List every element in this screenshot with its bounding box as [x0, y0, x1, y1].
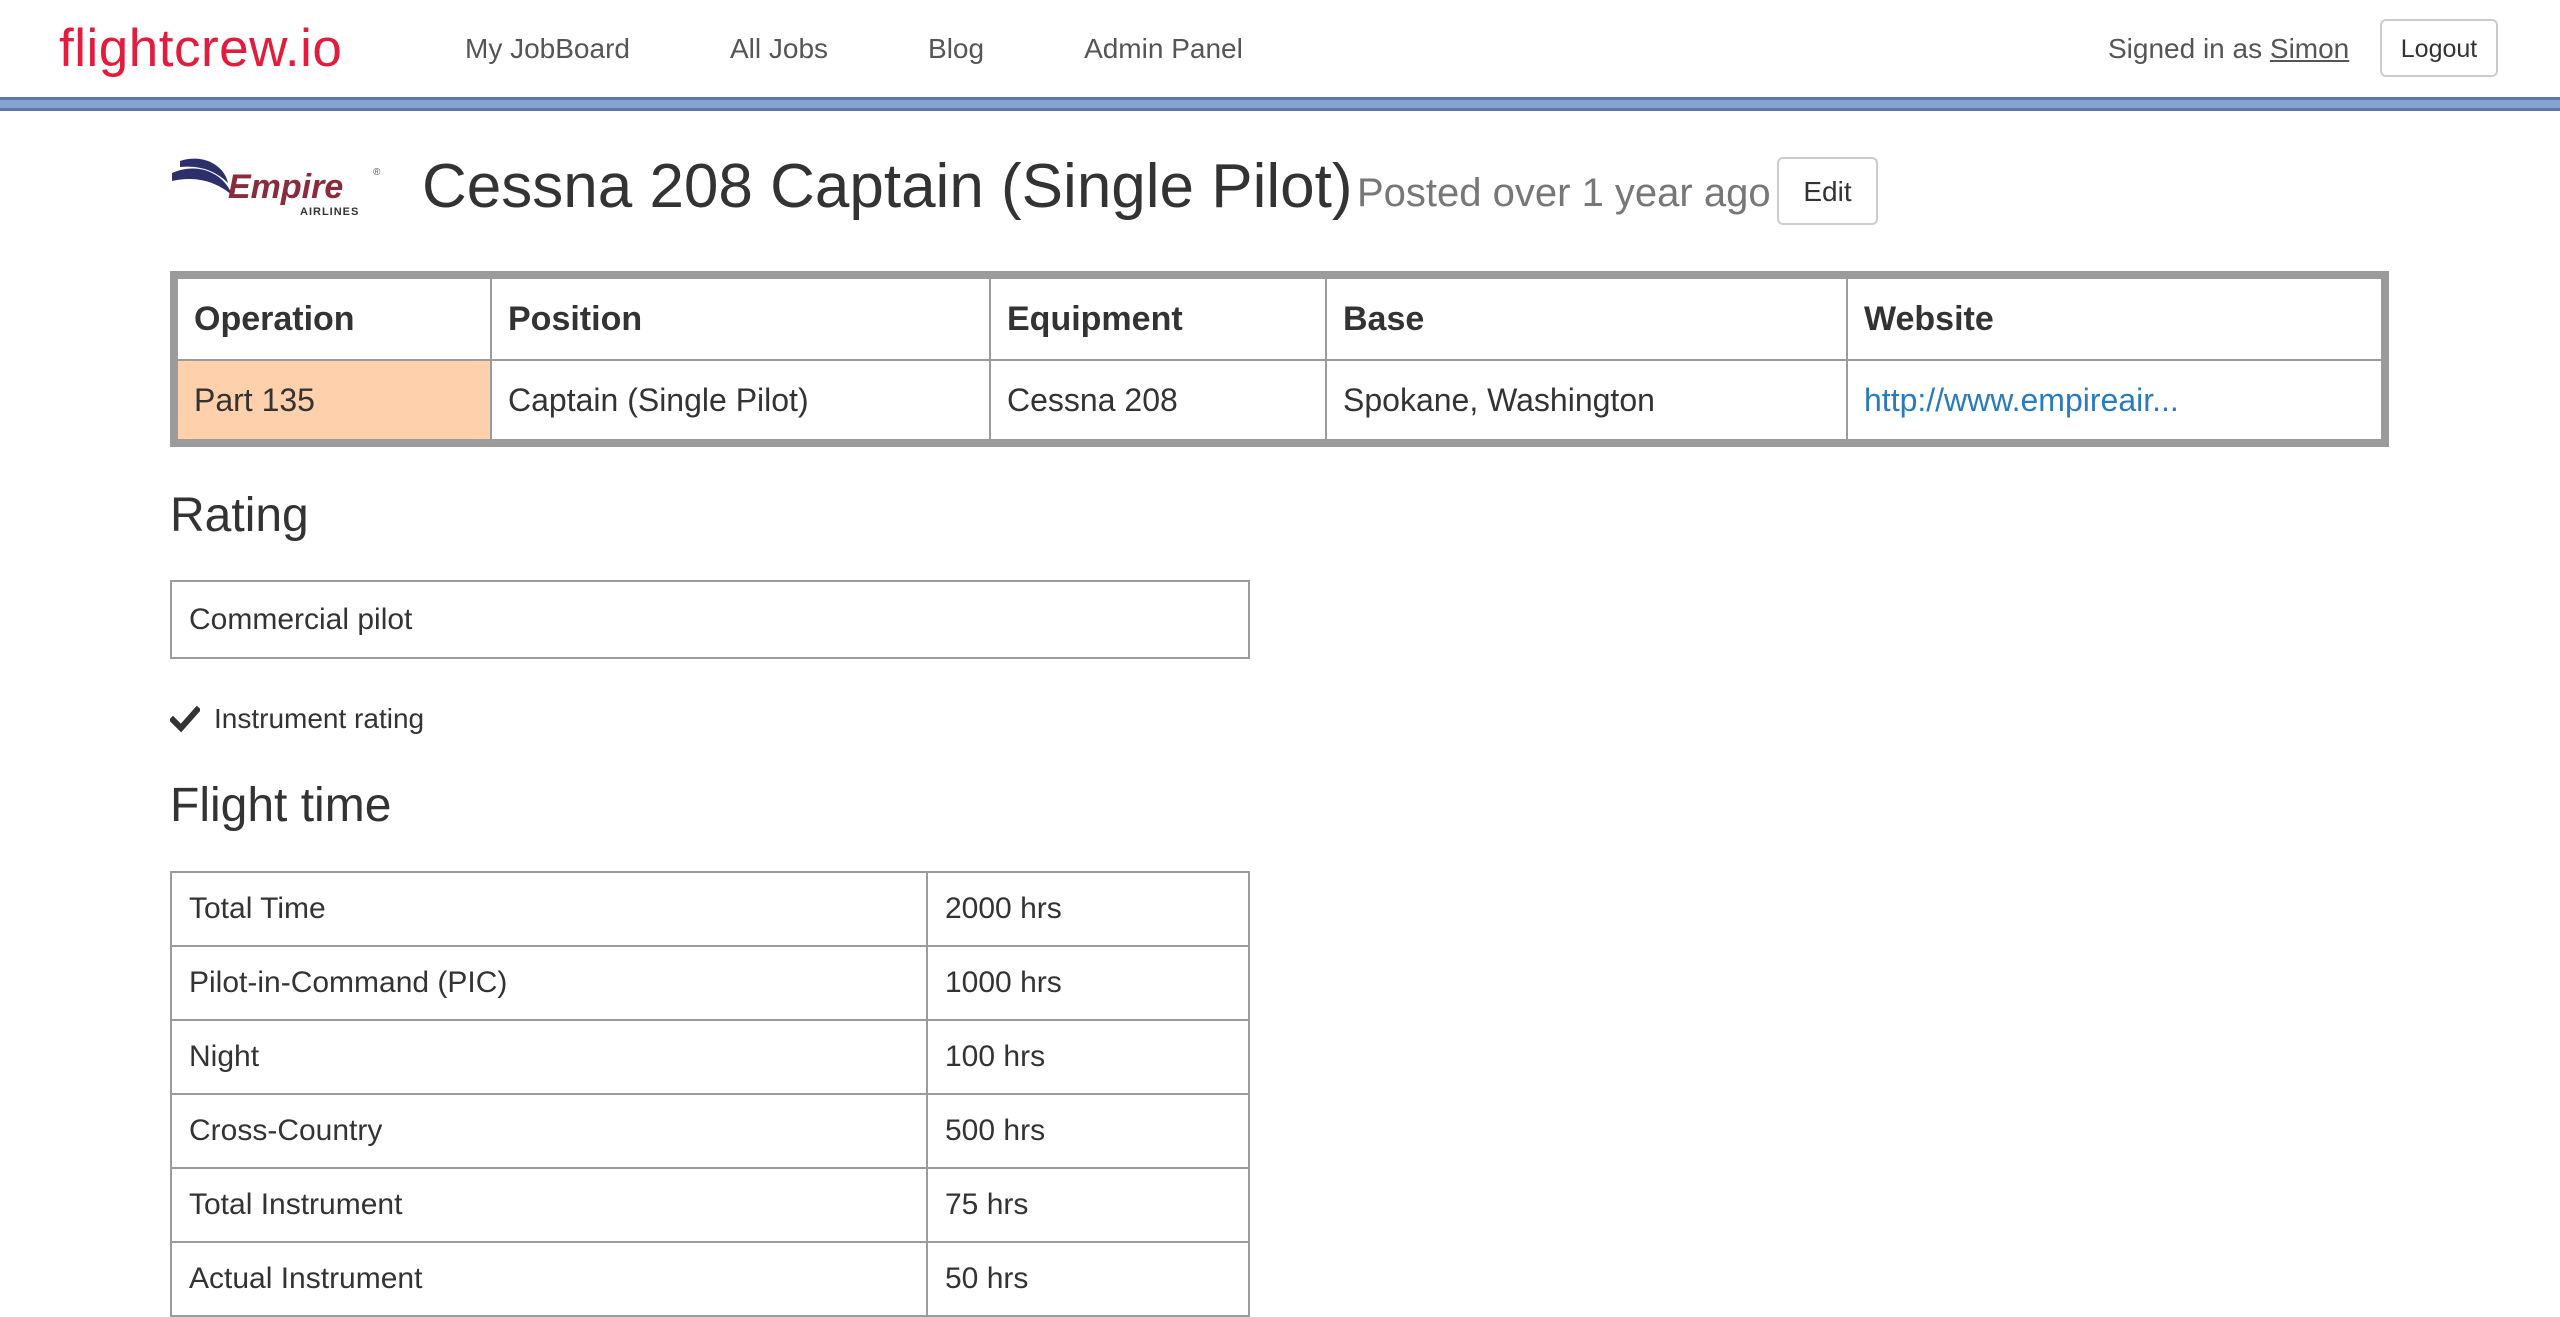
position-cell: Captain (Single Pilot)	[490, 359, 991, 444]
column-header-website: Website	[1846, 274, 2386, 361]
table-header-row: Operation Position Equipment Base Websit…	[173, 274, 2386, 361]
equipment-cell: Cessna 208	[989, 359, 1327, 444]
table-row: Part 135 Captain (Single Pilot) Cessna 2…	[173, 359, 2386, 444]
flight-time-value: 75 hrs	[926, 1167, 1250, 1243]
signed-in-status: Signed in as Simon	[2108, 26, 2349, 72]
edit-button[interactable]: Edit	[1777, 157, 1878, 225]
posted-date: Posted over 1 year ago	[1357, 171, 1771, 215]
job-header: Empire ® AIRLINES Cessna 208 Captain (Si…	[170, 145, 2390, 235]
flight-time-value: 100 hrs	[926, 1019, 1250, 1095]
flight-time-table: Total Time 2000 hrs Pilot-in-Command (PI…	[170, 871, 1250, 1317]
rating-heading: Rating	[170, 489, 309, 542]
table-row: Total Instrument 75 hrs	[170, 1167, 1250, 1243]
nav-link-blog[interactable]: Blog	[928, 26, 984, 72]
signed-in-prefix: Signed in as	[2108, 33, 2270, 64]
flight-time-value: 2000 hrs	[926, 871, 1250, 947]
flight-time-label: Night	[170, 1019, 928, 1095]
column-header-base: Base	[1325, 274, 1848, 361]
table-row: Night 100 hrs	[170, 1019, 1250, 1095]
main-nav: My JobBoard All Jobs Blog Admin Panel	[465, 26, 1343, 72]
base-cell: Spokane, Washington	[1325, 359, 1848, 444]
job-title: Cessna 208 Captain (Single Pilot)	[422, 152, 1353, 221]
checkmark-icon	[170, 705, 200, 733]
top-navbar: flightcrew.io My JobBoard All Jobs Blog …	[0, 0, 2560, 97]
company-logo: Empire ® AIRLINES	[172, 158, 381, 218]
nav-link-admin-panel[interactable]: Admin Panel	[1084, 26, 1243, 72]
table-row: Cross-Country 500 hrs	[170, 1093, 1250, 1169]
logo-subtitle: AIRLINES	[300, 206, 359, 218]
logo-wordmark: Empire	[228, 168, 343, 206]
logo-trademark: ®	[373, 167, 381, 178]
column-header-position: Position	[490, 274, 991, 361]
flight-time-value: 500 hrs	[926, 1093, 1250, 1169]
column-header-equipment: Equipment	[989, 274, 1327, 361]
navbar-divider	[0, 97, 2560, 111]
brand-logo-link[interactable]: flightcrew.io	[59, 14, 342, 84]
flight-time-label: Pilot-in-Command (PIC)	[170, 945, 928, 1021]
nav-link-all-jobs[interactable]: All Jobs	[730, 26, 828, 72]
operation-cell: Part 135	[173, 359, 492, 444]
flight-time-value: 1000 hrs	[926, 945, 1250, 1021]
table-row: Pilot-in-Command (PIC) 1000 hrs	[170, 945, 1250, 1021]
table-row: Total Time 2000 hrs	[170, 871, 1250, 947]
flight-time-label: Cross-Country	[170, 1093, 928, 1169]
logout-button[interactable]: Logout	[2380, 19, 2498, 77]
job-summary-table: Operation Position Equipment Base Websit…	[170, 271, 2389, 447]
user-profile-link[interactable]: Simon	[2270, 33, 2349, 64]
website-link[interactable]: http://www.empireair...	[1864, 382, 2179, 418]
website-cell: http://www.empireair...	[1846, 359, 2386, 444]
instrument-rating-label: Instrument rating	[214, 703, 425, 734]
flight-time-heading: Flight time	[170, 779, 392, 832]
flight-time-label: Total Time	[170, 871, 928, 947]
nav-link-my-jobboard[interactable]: My JobBoard	[465, 26, 630, 72]
rating-value: Commercial pilot	[170, 580, 1250, 659]
flight-time-label: Total Instrument	[170, 1167, 928, 1243]
instrument-rating-item: Instrument rating	[170, 698, 424, 740]
column-header-operation: Operation	[173, 274, 492, 361]
